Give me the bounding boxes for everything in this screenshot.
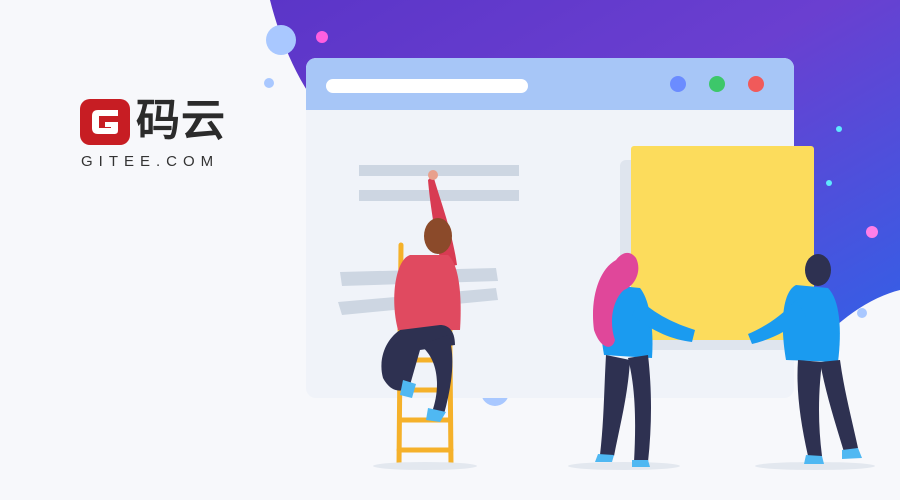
brand-name-cn: 码云 xyxy=(136,95,226,146)
banner: 码云 GITEE.COM xyxy=(0,0,900,500)
decor-dot xyxy=(826,180,832,186)
decor-dot xyxy=(264,78,274,88)
brand-domain: GITEE.COM xyxy=(81,153,220,170)
banner-illustration xyxy=(264,0,900,470)
window-dot-green xyxy=(709,76,725,92)
decor-dot xyxy=(857,308,867,318)
decor-dot xyxy=(266,25,296,55)
gitee-g-logo-icon xyxy=(80,99,130,145)
window-dot-red xyxy=(748,76,764,92)
decor-dot xyxy=(866,226,878,238)
window-dot-blue xyxy=(670,76,686,92)
decor-dot xyxy=(316,31,328,43)
gitee-logo[interactable]: 码云 GITEE.COM xyxy=(80,95,250,175)
decor-dot xyxy=(836,126,842,132)
address-bar xyxy=(326,79,528,93)
